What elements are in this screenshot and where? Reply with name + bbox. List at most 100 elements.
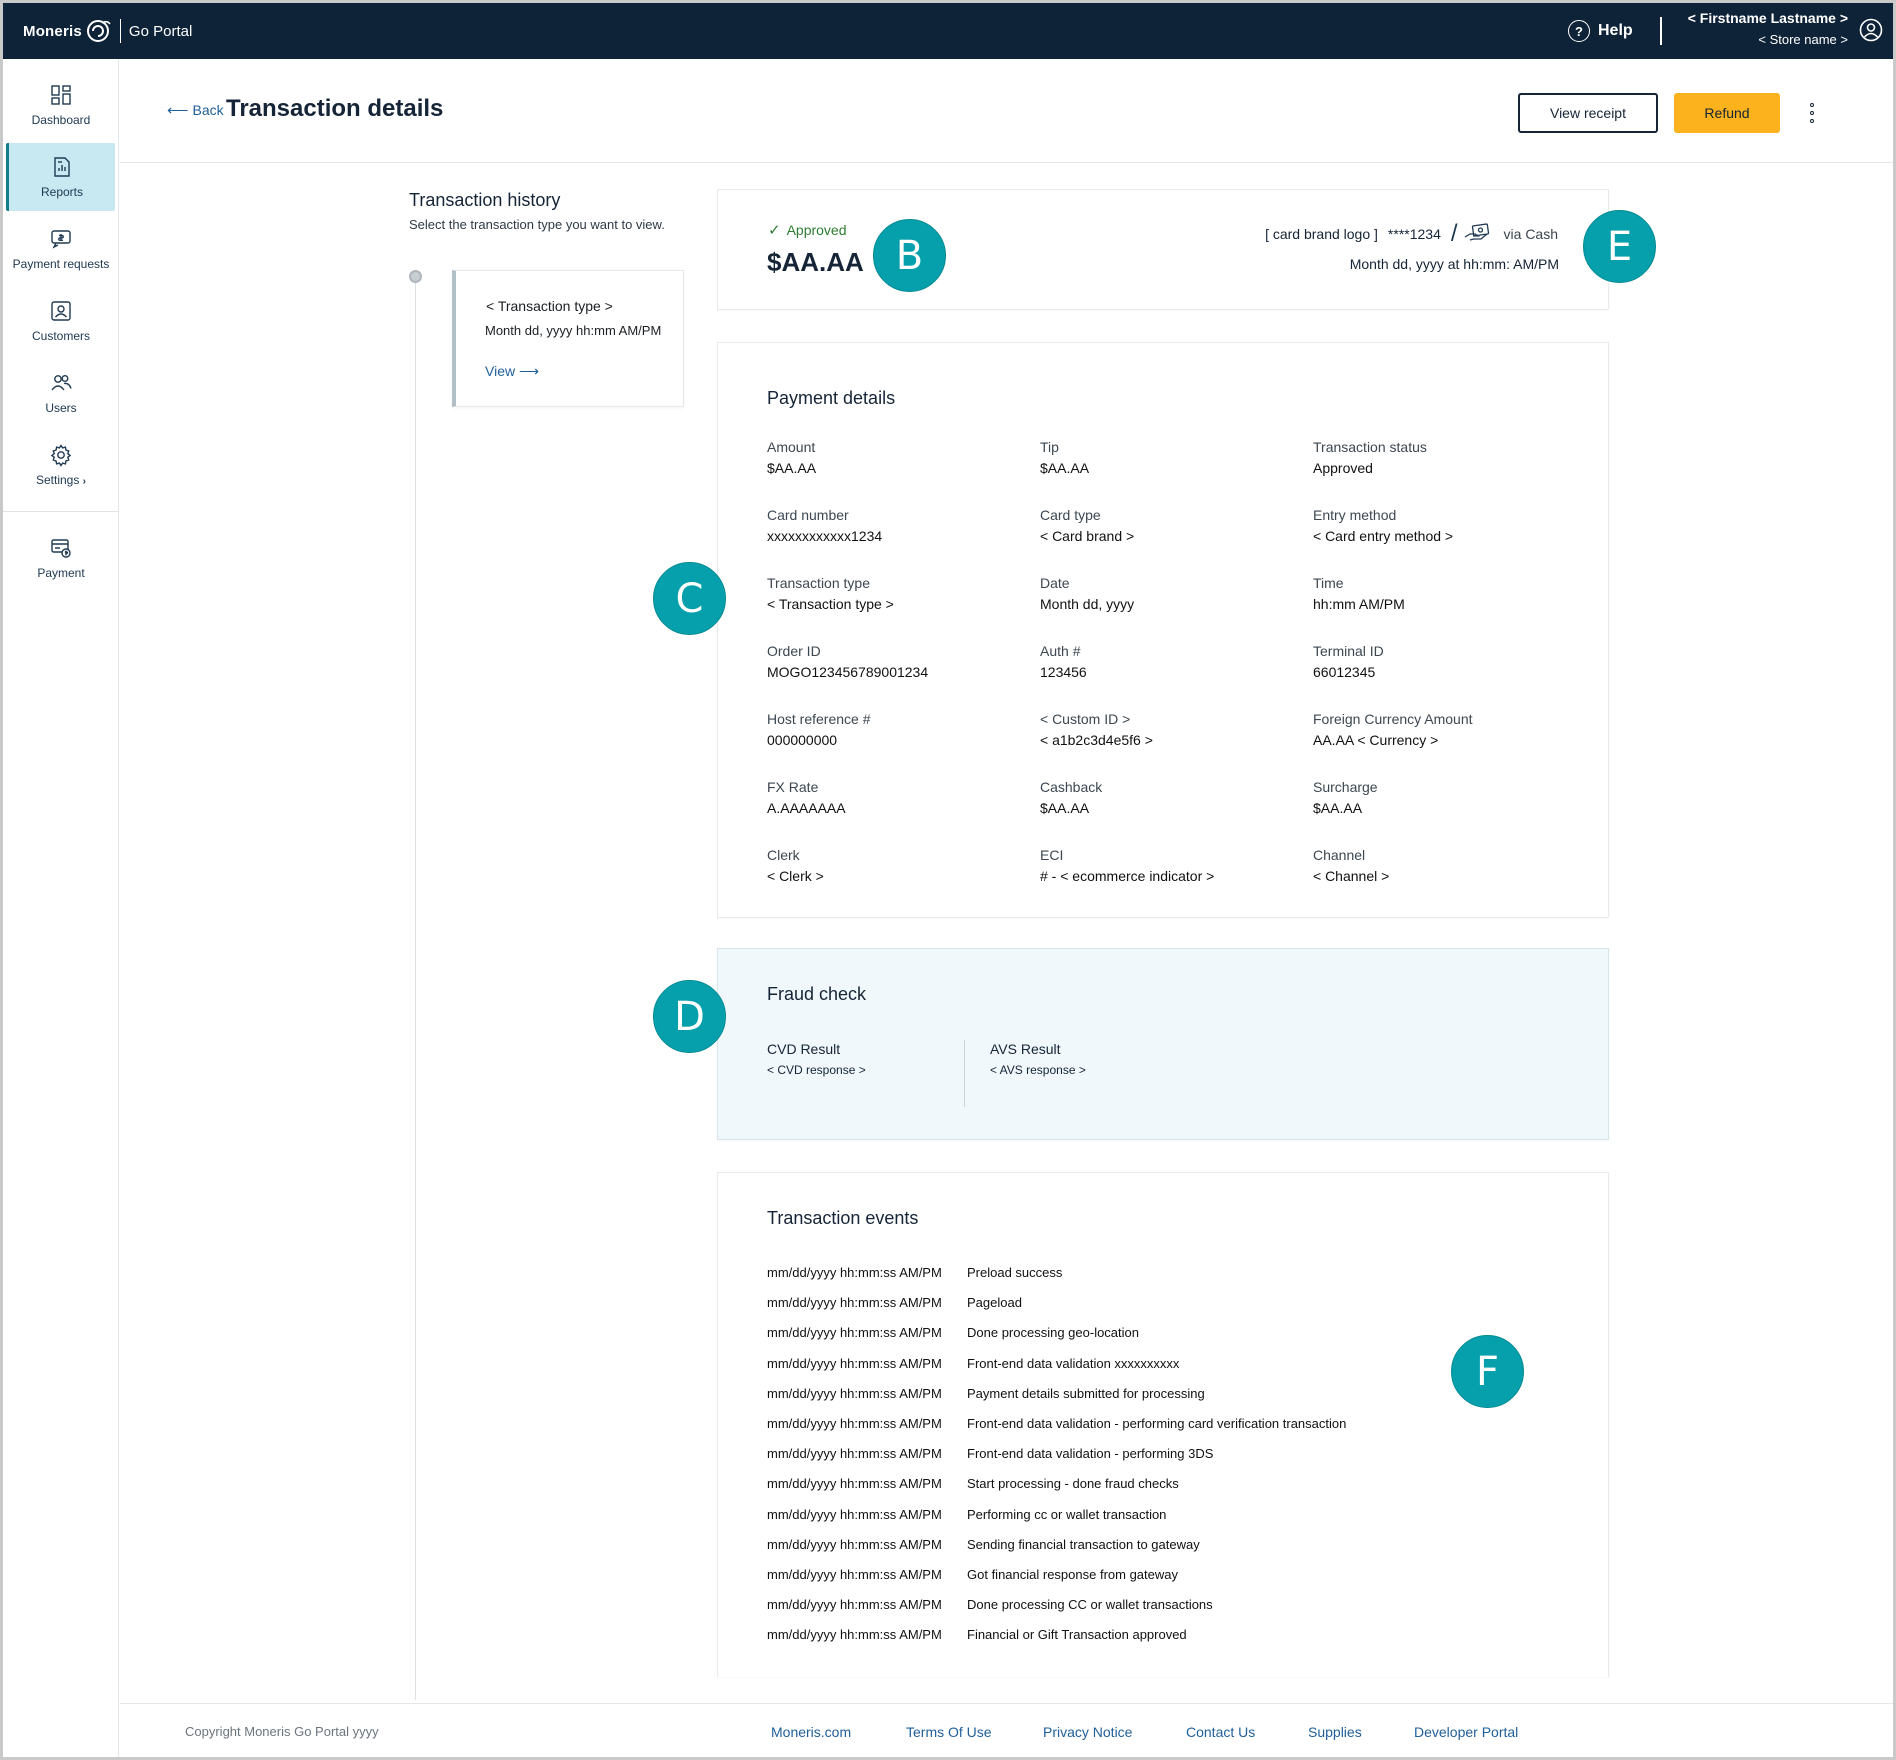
sidebar-item-dashboard[interactable]: Dashboard: [3, 71, 119, 139]
footer-link-moneris[interactable]: Moneris.com: [771, 1724, 851, 1740]
annotation-marker-d: D: [653, 980, 726, 1053]
field-value: xxxxxxxxxxxx1234: [767, 528, 883, 544]
event-timestamp: mm/dd/yyyy hh:mm:ss AM/PM: [767, 1627, 942, 1642]
sidebar-item-users[interactable]: Users: [3, 359, 119, 427]
field-value: 66012345: [1313, 664, 1376, 680]
event-row: mm/dd/yyyy hh:mm:ss AM/PM Sending financi…: [767, 1537, 1200, 1552]
footer-link-contact[interactable]: Contact Us: [1186, 1724, 1255, 1740]
event-description: Front-end data validation - performing 3…: [967, 1446, 1214, 1461]
sidebar-item-label: Users: [45, 401, 77, 415]
transaction-events-card: Transaction events mm/dd/yyyy hh:mm:ss A…: [717, 1172, 1609, 1677]
logo-divider: [119, 19, 121, 43]
field-label: Entry method: [1313, 507, 1397, 523]
field-label: Amount: [767, 439, 816, 455]
history-entry-type: < Transaction type >: [486, 298, 613, 314]
history-view-link[interactable]: View ⟶: [485, 363, 539, 380]
field-value: Approved: [1313, 460, 1373, 476]
view-receipt-button[interactable]: View receipt: [1518, 93, 1658, 133]
history-entry-card[interactable]: < Transaction type > Month dd, yyyy hh:m…: [452, 270, 684, 407]
check-icon: ✓: [768, 222, 781, 239]
history-subtitle: Select the transaction type you want to …: [409, 217, 665, 232]
annotation-marker-b: B: [873, 219, 946, 292]
event-row: mm/dd/yyyy hh:mm:ss AM/PM Done processing…: [767, 1597, 1213, 1612]
field-value: < Transaction type >: [767, 596, 894, 612]
event-description: Done processing geo-location: [967, 1325, 1139, 1340]
field-value: $AA.AA: [1040, 460, 1090, 476]
reports-icon: [54, 157, 70, 177]
copyright-text: Copyright Moneris Go Portal yyyy: [185, 1724, 379, 1739]
footer: Copyright Moneris Go Portal yyyy Moneris…: [120, 1703, 1893, 1757]
sidebar-item-label: Dashboard: [31, 113, 91, 127]
card-brand-logo: [ card brand logo ]: [1265, 226, 1378, 242]
payment-method: via Cash: [1503, 226, 1558, 242]
sidebar-item-reports[interactable]: Reports: [6, 143, 115, 211]
field-value: A.AAAAAAA: [767, 800, 846, 816]
card-info: [ card brand logo ] ****1234 / via Cash: [1265, 220, 1558, 248]
user-profile-icon[interactable]: [1859, 18, 1883, 42]
transaction-events-title: Transaction events: [767, 1208, 919, 1228]
back-link[interactable]: ⟵ Back: [167, 101, 224, 119]
sidebar: Dashboard Reports Payment requests Custo…: [3, 59, 119, 1757]
fraud-divider: [964, 1040, 965, 1107]
event-row: mm/dd/yyyy hh:mm:ss AM/PM Start processin…: [767, 1476, 1179, 1491]
event-timestamp: mm/dd/yyyy hh:mm:ss AM/PM: [767, 1416, 942, 1431]
event-timestamp: mm/dd/yyyy hh:mm:ss AM/PM: [767, 1325, 942, 1340]
event-description: Financial or Gift Transaction approved: [967, 1627, 1187, 1642]
event-row: mm/dd/yyyy hh:mm:ss AM/PM Preload success: [767, 1265, 1062, 1280]
customers-icon: [51, 301, 71, 321]
field-value: Month dd, yyyy: [1040, 596, 1135, 612]
more-options-icon[interactable]: [1806, 103, 1818, 123]
event-timestamp: mm/dd/yyyy hh:mm:ss AM/PM: [767, 1476, 942, 1491]
event-row: mm/dd/yyyy hh:mm:ss AM/PM Front-end data …: [767, 1446, 1213, 1461]
cvd-result-value: < CVD response >: [767, 1063, 866, 1077]
field-label: Transaction status: [1313, 439, 1427, 455]
timeline-line: [415, 283, 416, 1700]
store-name[interactable]: < Store name >: [1758, 32, 1848, 47]
transaction-datetime: Month dd, yyyy at hh:mm: AM/PM: [1349, 256, 1559, 272]
event-description: Front-end data validation xxxxxxxxxx: [967, 1356, 1180, 1371]
user-name[interactable]: < Firstname Lastname >: [1688, 10, 1848, 26]
field-label: ECI: [1040, 847, 1064, 863]
field-label: Time: [1313, 575, 1344, 591]
arrow-right-icon: ⟶: [518, 363, 540, 379]
event-timestamp: mm/dd/yyyy hh:mm:ss AM/PM: [767, 1507, 942, 1522]
event-row: mm/dd/yyyy hh:mm:ss AM/PM Done processing…: [767, 1325, 1139, 1340]
chevron-right-icon: ›: [82, 476, 87, 487]
refund-button[interactable]: Refund: [1674, 93, 1780, 133]
event-timestamp: mm/dd/yyyy hh:mm:ss AM/PM: [767, 1567, 942, 1582]
footer-link-terms[interactable]: Terms Of Use: [906, 1724, 992, 1740]
sidebar-item-label: Payment requests: [12, 257, 110, 271]
dashboard-icon: [51, 85, 71, 105]
field-label: Surcharge: [1313, 779, 1378, 795]
footer-link-privacy[interactable]: Privacy Notice: [1043, 1724, 1132, 1740]
sidebar-item-payment[interactable]: Payment: [3, 524, 119, 592]
field-value: < Card entry method >: [1313, 528, 1454, 544]
footer-link-developer[interactable]: Developer Portal: [1414, 1724, 1518, 1740]
event-timestamp: mm/dd/yyyy hh:mm:ss AM/PM: [767, 1597, 942, 1612]
annotation-marker-e: E: [1583, 210, 1656, 283]
sidebar-item-settings[interactable]: Settings ›: [3, 431, 119, 499]
field-value: $AA.AA: [767, 460, 817, 476]
field-label: Host reference #: [767, 711, 871, 727]
help-button[interactable]: ? Help: [1568, 20, 1633, 42]
field-label: FX Rate: [767, 779, 819, 795]
annotation-marker-c: C: [653, 562, 726, 635]
field-label: Tip: [1040, 439, 1059, 455]
field-label: Card type: [1040, 507, 1101, 523]
field-value: AA.AA < Currency >: [1313, 732, 1439, 748]
help-label: Help: [1598, 22, 1633, 39]
transaction-amount: $AA.AA: [767, 247, 864, 277]
field-value: < Channel >: [1313, 868, 1390, 884]
sidebar-item-payment-requests[interactable]: Payment requests: [3, 215, 119, 283]
footer-link-supplies[interactable]: Supplies: [1308, 1724, 1362, 1740]
field-label: Transaction type: [767, 575, 870, 591]
field-value: < Clerk >: [767, 868, 824, 884]
event-description: Pageload: [967, 1295, 1022, 1310]
moneris-logo[interactable]: Moneris Go Portal: [23, 17, 192, 45]
event-row: mm/dd/yyyy hh:mm:ss AM/PM Payment details…: [767, 1386, 1205, 1401]
field-label: Auth #: [1040, 643, 1081, 659]
sidebar-item-customers[interactable]: Customers: [3, 287, 119, 355]
payment-icon: [51, 539, 71, 558]
event-row: mm/dd/yyyy hh:mm:ss AM/PM Performing cc o…: [767, 1507, 1166, 1522]
separator-slash: /: [1450, 220, 1458, 247]
